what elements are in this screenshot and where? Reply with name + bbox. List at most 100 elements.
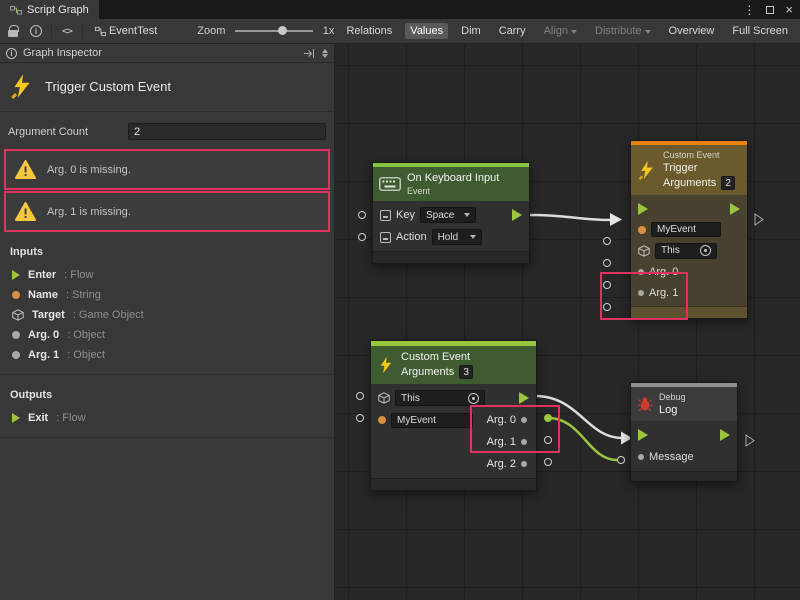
argument-count-input[interactable]: 2 (128, 123, 326, 140)
node-title: On Keyboard Input (407, 172, 499, 184)
arg-label: Arg. 0 (487, 414, 516, 426)
chevron-down-icon (571, 30, 577, 34)
flow-port-icon (12, 270, 20, 280)
object-port-icon (12, 351, 20, 359)
graph-breadcrumb[interactable]: EventTest (90, 23, 162, 39)
arg1-row: Arg. 1 (631, 282, 747, 303)
object-port-icon (638, 454, 644, 460)
port-receiver-target[interactable] (356, 392, 364, 400)
align-button[interactable]: Align (539, 23, 582, 39)
window-maximize-icon[interactable] (766, 6, 774, 14)
dim-button[interactable]: Dim (456, 23, 486, 39)
node-header[interactable]: Custom Event Trigger Arguments 2 (631, 145, 747, 195)
node-header[interactable]: On Keyboard Input Event (373, 167, 529, 201)
port-receiver-arg2[interactable] (544, 458, 552, 466)
target-dropdown[interactable]: This (655, 243, 717, 259)
target-row: This (371, 387, 536, 409)
key-dropdown[interactable]: Space (420, 207, 476, 223)
action-label: Action (396, 231, 427, 243)
window-menu-icon[interactable]: ⋮ (743, 3, 755, 17)
node-header[interactable]: Debug Log (631, 387, 737, 421)
gameobject-icon (378, 392, 390, 404)
input-row-name: Name : String (0, 285, 334, 305)
inspector-header: i Graph Inspector (0, 44, 334, 63)
event-name-input[interactable]: MyEvent (651, 222, 721, 237)
input-row-target: Target : Game Object (0, 305, 334, 325)
port-receiver-arg0[interactable] (544, 414, 552, 422)
carry-button[interactable]: Carry (494, 23, 531, 39)
node-trigger-custom-event[interactable]: Custom Event Trigger Arguments 2 MyEvent (630, 140, 748, 319)
inputs-header: Inputs (10, 246, 324, 258)
string-port-icon (12, 291, 20, 299)
inspector-header-label: Graph Inspector (23, 47, 102, 59)
node-subtitle: Arguments (401, 366, 454, 378)
flow-output-port[interactable] (720, 429, 730, 441)
argument-count-label: Argument Count (8, 126, 120, 138)
lock-icon[interactable] (5, 25, 21, 37)
graph-name: EventTest (109, 25, 157, 37)
arg2-row: Arg. 2 (371, 453, 536, 475)
overview-button[interactable]: Overview (664, 23, 720, 39)
node-header[interactable]: Custom Event Arguments 3 (371, 346, 536, 384)
port-log-message[interactable] (617, 456, 625, 464)
string-port-icon (378, 416, 386, 424)
keyboard-icon (379, 177, 401, 191)
bug-icon (637, 396, 653, 412)
graph-canvas[interactable]: On Keyboard Input Event Key Space Action (335, 44, 800, 600)
fullscreen-button[interactable]: Full Screen (727, 23, 793, 39)
tab-label: Script Graph (27, 4, 89, 16)
node-subtitle: Arguments (663, 177, 716, 189)
node-custom-event[interactable]: Custom Event Arguments 3 This (370, 340, 537, 491)
tab-script-graph[interactable]: Script Graph (0, 0, 99, 19)
values-button[interactable]: Values (405, 23, 448, 39)
chevron-down-icon (470, 235, 476, 239)
arg-label: Arg. 0 (649, 266, 678, 278)
flow-input-port[interactable] (638, 429, 648, 441)
flow-input-port[interactable] (638, 203, 648, 215)
node-on-keyboard-input[interactable]: On Keyboard Input Event Key Space Action (372, 162, 530, 264)
port-trigger-arg0[interactable] (603, 281, 611, 289)
distribute-button[interactable]: Distribute (590, 23, 655, 39)
zoom-slider-knob[interactable] (278, 26, 287, 35)
window-close-icon[interactable]: × (785, 2, 793, 17)
script-graph-icon (10, 4, 22, 16)
event-name-row: MyEvent (631, 219, 747, 240)
zoom-slider[interactable] (235, 30, 312, 32)
port-receiver-arg1[interactable] (544, 436, 552, 444)
window-tab-bar: Script Graph ⋮ × (0, 0, 800, 19)
code-view-icon[interactable]: <> (59, 26, 75, 37)
node-debug-log[interactable]: Debug Log Message (630, 382, 738, 482)
action-dropdown[interactable]: Hold (432, 229, 482, 245)
flow-continuation-icon (754, 213, 764, 226)
info-icon[interactable]: i (28, 25, 44, 37)
port-receiver-name[interactable] (356, 414, 364, 422)
dock-icon[interactable] (303, 48, 316, 59)
connection-keyboard-to-trigger[interactable] (530, 215, 611, 220)
port-keyboard-action[interactable] (358, 233, 366, 241)
arg-label: Arg. 2 (487, 458, 516, 470)
expander-icon[interactable] (322, 49, 328, 58)
warning-icon (15, 202, 36, 221)
node-footer (373, 251, 529, 263)
input-row-arg0: Arg. 0 : Object (0, 325, 334, 345)
connection-arg0-to-message[interactable] (548, 418, 617, 460)
flow-output-port[interactable] (512, 209, 522, 221)
port-trigger-target[interactable] (603, 259, 611, 267)
message-row: Message (631, 446, 737, 468)
argument-count-badge: 2 (721, 176, 735, 190)
argument-count-row: Argument Count 2 (8, 123, 326, 140)
object-port-icon (12, 331, 20, 339)
port-keyboard-key[interactable] (358, 211, 366, 219)
object-port-icon (638, 290, 644, 296)
flow-output-port[interactable] (730, 203, 740, 215)
relations-button[interactable]: Relations (341, 23, 397, 39)
event-name-input[interactable]: MyEvent (391, 413, 473, 428)
flow-output-port[interactable] (519, 392, 529, 404)
target-dropdown[interactable]: This (395, 390, 485, 406)
output-row-exit: Exit : Flow (0, 408, 334, 428)
event-name-row: MyEvent Arg. 0 (371, 409, 536, 431)
port-trigger-name[interactable] (603, 237, 611, 245)
port-trigger-arg1[interactable] (603, 303, 611, 311)
section-divider (0, 437, 334, 438)
page-title: Trigger Custom Event (45, 79, 171, 94)
